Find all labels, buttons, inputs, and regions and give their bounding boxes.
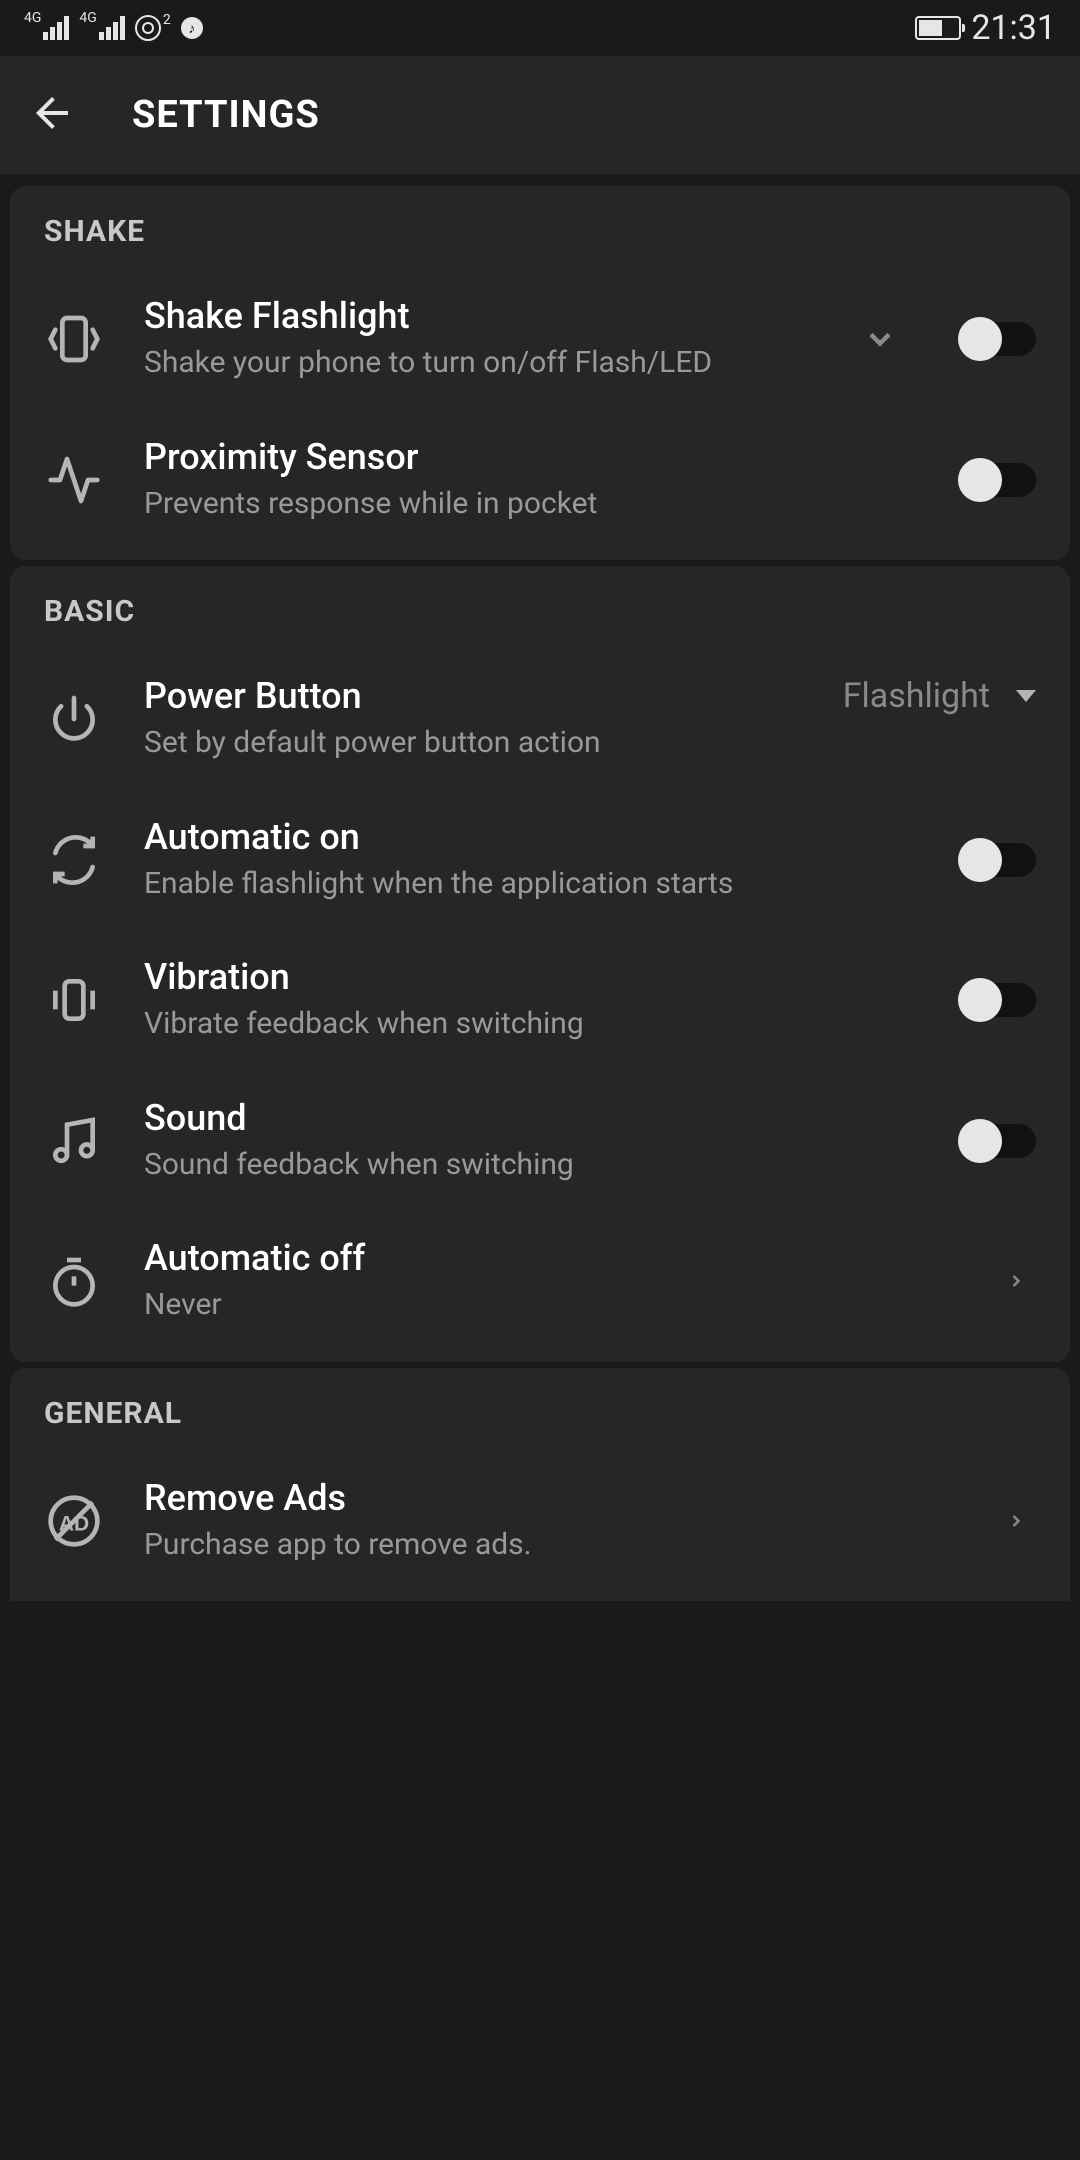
- section-basic: BASIC Power Button Flashlight Set by def…: [10, 566, 1070, 1362]
- section-header-shake: SHAKE: [10, 210, 1070, 269]
- row-shake-flashlight[interactable]: Shake Flashlight Shake your phone to tur…: [10, 269, 1070, 410]
- chevron-right-icon: [996, 1501, 1036, 1541]
- row-title: Proximity Sensor: [144, 436, 900, 478]
- row-title: Automatic on: [144, 816, 900, 858]
- arrow-left-icon: [28, 89, 76, 137]
- row-remove-ads[interactable]: AD Remove Ads Purchase app to remove ads…: [10, 1451, 1070, 1592]
- page-title: SETTINGS: [132, 93, 320, 137]
- refresh-icon: [44, 832, 104, 888]
- row-sub: Vibrate feedback when switching: [144, 1004, 900, 1045]
- row-title: Shake Flashlight: [144, 295, 820, 337]
- timer-icon: [44, 1253, 104, 1309]
- toggle-proximity[interactable]: [960, 463, 1036, 497]
- row-sub: Enable flashlight when the application s…: [144, 864, 900, 905]
- app-bar: SETTINGS: [0, 56, 1080, 174]
- status-left: 4G 4G 2 ♪: [24, 15, 203, 41]
- row-title: Sound: [144, 1097, 900, 1139]
- row-sub: Prevents response while in pocket: [144, 484, 900, 525]
- dropdown-caret-icon[interactable]: [1016, 690, 1036, 702]
- clock: 21:31: [971, 8, 1056, 48]
- row-vibration[interactable]: Vibration Vibrate feedback when switchin…: [10, 930, 1070, 1071]
- power-icon: [44, 691, 104, 747]
- row-title: Remove Ads: [144, 1477, 956, 1519]
- music-icon: ♪: [181, 17, 203, 39]
- battery-icon: [915, 16, 961, 40]
- section-header-general: GENERAL: [10, 1392, 1070, 1451]
- row-power-button[interactable]: Power Button Flashlight Set by default p…: [10, 649, 1070, 790]
- row-auto-off[interactable]: Automatic off Never: [10, 1211, 1070, 1352]
- section-shake: SHAKE Shake Flashlight Shake your phone …: [10, 186, 1070, 560]
- row-title: Vibration: [144, 956, 900, 998]
- back-button[interactable]: [28, 89, 76, 141]
- power-button-value: Flashlight: [843, 676, 990, 716]
- row-sub: Sound feedback when switching: [144, 1145, 900, 1186]
- music-note-icon: [44, 1113, 104, 1169]
- row-auto-on[interactable]: Automatic on Enable flashlight when the …: [10, 790, 1070, 931]
- hotspot-icon: 2: [135, 15, 171, 41]
- signal-2-icon: 4G: [79, 16, 124, 40]
- row-proximity[interactable]: Proximity Sensor Prevents response while…: [10, 410, 1070, 551]
- chevron-down-icon[interactable]: [860, 319, 900, 359]
- row-sub: Shake your phone to turn on/off Flash/LE…: [144, 343, 820, 384]
- activity-icon: [44, 452, 104, 508]
- toggle-vibration[interactable]: [960, 983, 1036, 1017]
- toggle-shake-flashlight[interactable]: [960, 322, 1036, 356]
- status-right: 21:31: [915, 8, 1056, 48]
- status-bar: 4G 4G 2 ♪ 21:31: [0, 0, 1080, 56]
- no-ads-icon: AD: [44, 1493, 104, 1549]
- row-title: Automatic off: [144, 1237, 956, 1279]
- signal-1-icon: 4G: [24, 16, 69, 40]
- row-sub: Never: [144, 1285, 956, 1326]
- row-sound[interactable]: Sound Sound feedback when switching: [10, 1071, 1070, 1212]
- toggle-auto-on[interactable]: [960, 843, 1036, 877]
- toggle-sound[interactable]: [960, 1124, 1036, 1158]
- shake-phone-icon: [44, 311, 104, 367]
- row-sub: Purchase app to remove ads.: [144, 1525, 956, 1566]
- content: SHAKE Shake Flashlight Shake your phone …: [0, 174, 1080, 1601]
- section-header-basic: BASIC: [10, 590, 1070, 649]
- row-title: Power Button: [144, 675, 362, 717]
- vibration-icon: [44, 972, 104, 1028]
- section-general: GENERAL AD Remove Ads Purchase app to re…: [10, 1368, 1070, 1602]
- row-sub: Set by default power button action: [144, 723, 1036, 764]
- chevron-right-icon: [996, 1261, 1036, 1301]
